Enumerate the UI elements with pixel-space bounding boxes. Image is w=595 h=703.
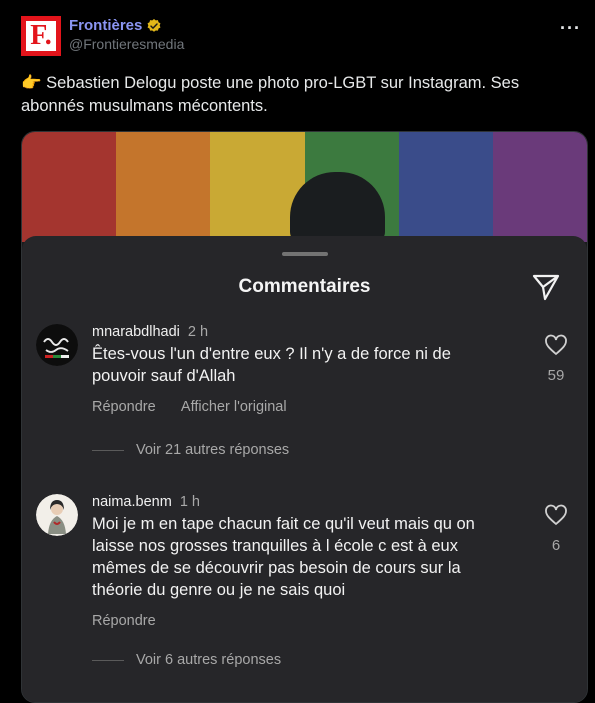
comment-time: 1 h — [179, 494, 200, 510]
like-count: 6 — [551, 537, 561, 554]
sheet-title: Commentaires — [238, 276, 371, 297]
flag-stripe — [398, 132, 493, 242]
show-original-button[interactable]: Afficher l'original — [181, 399, 287, 415]
author-display-name[interactable]: Frontières — [69, 17, 142, 34]
verified-badge-icon — [147, 18, 161, 32]
tweet-text: 👉 Sebastien Delogu poste une photo pro-L… — [21, 74, 520, 115]
like-count: 59 — [547, 367, 565, 384]
tweet-media[interactable]: Commentaires mnarabdlhadi 2 h Êtes-vous … — [21, 131, 588, 703]
comment-time: 2 h — [187, 324, 209, 340]
heart-icon[interactable] — [544, 504, 568, 526]
tweet-header: F. Frontières @Frontieresmedia ··· — [21, 16, 583, 60]
divider-line — [92, 449, 124, 451]
arabic-calligraphy-avatar-icon — [36, 324, 78, 366]
commenter-avatar[interactable] — [36, 494, 78, 536]
comment-username[interactable]: naima.benm — [92, 494, 172, 510]
comment-username[interactable]: mnarabdlhadi — [92, 324, 180, 340]
author-names: Frontières @Frontieresmedia — [69, 17, 184, 52]
author-avatar[interactable]: F. — [21, 16, 61, 56]
like-control: 59 — [536, 334, 576, 384]
flag-stripe — [492, 132, 587, 242]
view-more-replies-label: Voir 6 autres réponses — [136, 652, 282, 668]
comment-text: Moi je m en tape chacun fait ce qu'il ve… — [92, 515, 475, 599]
divider-line — [92, 659, 124, 661]
more-options-icon[interactable]: ··· — [560, 18, 581, 39]
flag-stripe — [22, 132, 117, 242]
send-icon[interactable] — [531, 272, 561, 302]
heart-icon[interactable] — [544, 334, 568, 356]
reply-button[interactable]: Répondre — [92, 613, 156, 629]
commenter-avatar[interactable] — [36, 324, 78, 366]
view-more-replies-button[interactable]: Voir 6 autres réponses — [92, 652, 281, 668]
illustrated-woman-avatar-icon — [36, 494, 78, 536]
sheet-grabber[interactable] — [282, 252, 328, 256]
flag-stripe — [116, 132, 211, 242]
comments-sheet: Commentaires mnarabdlhadi 2 h Êtes-vous … — [22, 236, 587, 702]
view-more-replies-button[interactable]: Voir 21 autres réponses — [92, 442, 289, 458]
view-more-replies-label: Voir 21 autres réponses — [136, 442, 290, 458]
like-control: 6 — [536, 504, 576, 554]
reply-button[interactable]: Répondre — [92, 399, 156, 415]
comment-text: Êtes-vous l'un d'entre eux ? Il n'y a de… — [92, 345, 451, 385]
author-handle[interactable]: @Frontieresmedia — [69, 36, 184, 52]
logo-letter: F. — [26, 21, 56, 51]
